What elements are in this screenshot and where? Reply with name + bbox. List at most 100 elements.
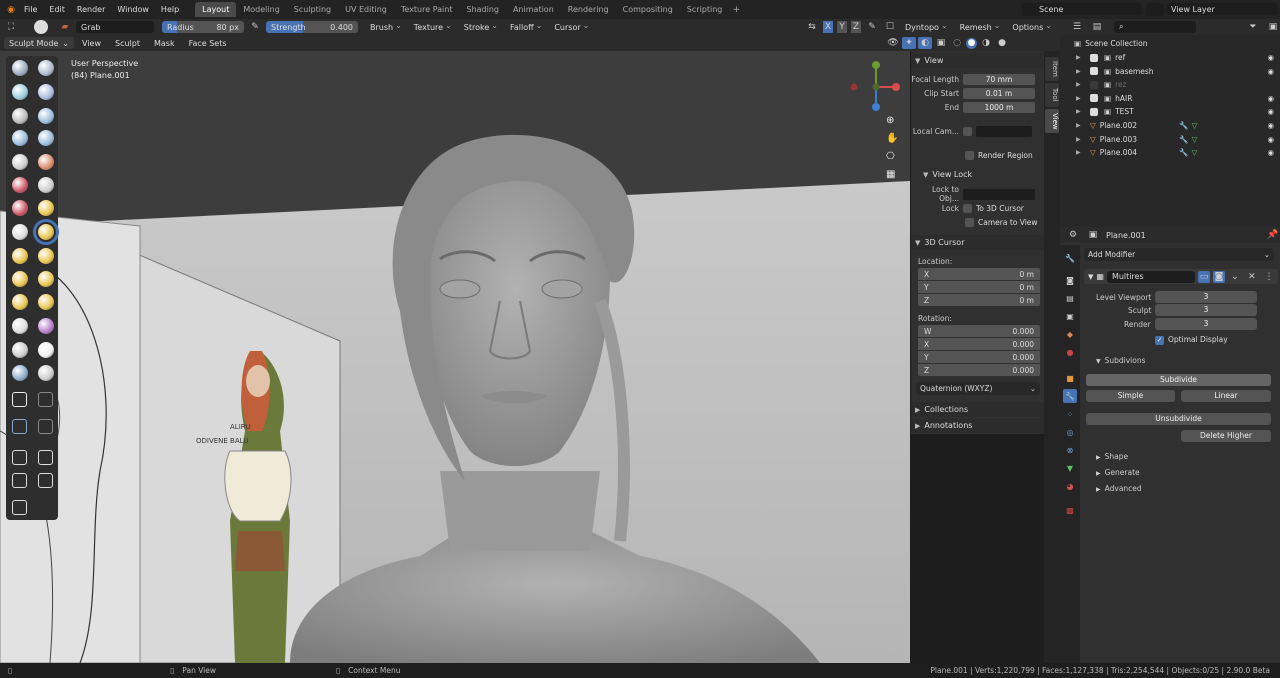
tool-draw-face-sets-icon[interactable] — [12, 365, 28, 381]
remesh-menu[interactable]: Remesh — [956, 23, 1005, 32]
outliner-item[interactable]: ▶ ▽ Plane.002 🔧 ▽ ◉ — [1060, 119, 1280, 132]
visibility-eye-icon[interactable]: ◉ — [1267, 148, 1274, 157]
display-mode-icon[interactable]: ▤ — [1090, 21, 1104, 33]
tool-scrape-icon[interactable] — [12, 200, 28, 216]
outliner-item[interactable]: ▶ ▽ Plane.003 🔧 ▽ ◉ — [1060, 133, 1280, 146]
menu-window[interactable]: Window — [111, 5, 155, 14]
tool-crease-icon[interactable] — [12, 154, 28, 170]
add-workspace-icon[interactable]: + — [729, 4, 743, 16]
tool-mask-by-color-icon[interactable] — [12, 392, 27, 407]
menu-render[interactable]: Render — [71, 5, 111, 14]
strength-field[interactable]: Strength 0.400 — [266, 21, 358, 33]
material-shading-icon[interactable]: ◑ — [979, 37, 993, 49]
shape-header[interactable]: ▶ Shape — [1096, 452, 1128, 461]
menu-view[interactable]: View — [76, 39, 107, 48]
render-region-checkbox[interactable] — [965, 150, 974, 160]
menu-mask[interactable]: Mask — [148, 39, 181, 48]
brush-name-field[interactable]: Grab — [76, 21, 154, 33]
visibility-eye-icon[interactable]: ◉ — [1267, 135, 1274, 144]
scene-selector[interactable]: Scene — [1034, 3, 1142, 15]
lock-cursor-checkbox[interactable] — [963, 203, 972, 213]
outliner-item[interactable]: ▶ ▣ TEST ◉ — [1060, 105, 1280, 118]
tool-thumb-icon[interactable] — [12, 271, 28, 287]
tool-pinch-icon[interactable] — [12, 224, 28, 240]
object-tab-icon[interactable]: ■ — [1063, 371, 1077, 385]
texture-menu[interactable]: Texture — [410, 23, 456, 32]
delete-higher-button[interactable]: Delete Higher — [1181, 430, 1271, 442]
remove-modifier-icon[interactable]: ✕ — [1245, 271, 1259, 283]
collections-header[interactable]: ▶ Collections — [911, 402, 1045, 417]
view-layer-tab-icon[interactable]: ▣ — [1063, 309, 1077, 323]
rotation-y-field[interactable]: Y 0.000 — [918, 351, 1040, 363]
tool-simplify-icon[interactable] — [12, 342, 28, 358]
output-tab-icon[interactable]: ▤ — [1063, 291, 1077, 305]
filter-icon[interactable]: ⏷ — [1246, 21, 1260, 33]
visibility-eye-icon[interactable]: ◉ — [1267, 67, 1274, 76]
expand-icon[interactable]: ▶ — [1076, 81, 1084, 88]
focal-length-field[interactable]: 70 mm — [963, 73, 1035, 85]
axis-x-toggle[interactable]: X — [822, 21, 833, 33]
wireframe-shading-icon[interactable]: ◌ — [950, 37, 964, 49]
menu-face-sets[interactable]: Face Sets — [183, 39, 233, 48]
simple-button[interactable]: Simple — [1086, 390, 1175, 402]
collapse-modifier-icon[interactable]: ▼ — [1088, 273, 1093, 281]
mode-selector[interactable]: Sculpt Mode ⌄ — [4, 37, 74, 49]
outliner-type-icon[interactable]: ☰ — [1070, 21, 1084, 33]
tab-uv-editing[interactable]: UV Editing — [338, 2, 394, 17]
tool-rotate-icon[interactable] — [38, 294, 54, 310]
tool-clay-thumb-icon[interactable] — [12, 108, 28, 124]
tab-modeling[interactable]: Modeling — [236, 2, 286, 17]
axis-z-toggle[interactable]: Z — [850, 21, 861, 33]
camera-to-view-checkbox[interactable] — [965, 217, 974, 227]
advanced-header[interactable]: ▶ Advanced — [1096, 484, 1142, 493]
tab-layout[interactable]: Layout — [195, 2, 237, 17]
physics-tab-icon[interactable]: ◎ — [1063, 425, 1077, 439]
rendered-shading-icon[interactable]: ● — [995, 37, 1009, 49]
tool-tab-icon[interactable]: 🔧 — [1063, 251, 1077, 265]
tab-tool[interactable]: Tool — [1045, 83, 1059, 107]
menu-help[interactable]: Help — [155, 5, 185, 14]
linear-button[interactable]: Linear — [1181, 390, 1271, 402]
material-tab-icon[interactable]: ◕ — [1063, 479, 1077, 493]
particles-tab-icon[interactable]: ⁘ — [1063, 407, 1077, 421]
tool-flatten-icon[interactable] — [12, 177, 28, 193]
constraints-tab-icon[interactable]: ⊗ — [1063, 443, 1077, 457]
brush-menu[interactable]: Brush — [366, 23, 406, 32]
annotations-header[interactable]: ▶ Annotations — [911, 418, 1045, 433]
view-panel-header[interactable]: ▼ View — [911, 53, 1044, 68]
expand-icon[interactable]: ▶ — [1076, 54, 1084, 61]
tool-mesh-filter-icon[interactable] — [12, 419, 27, 434]
tool-smooth-icon[interactable] — [38, 154, 54, 170]
menu-file[interactable]: File — [18, 5, 43, 14]
camera-icon[interactable]: ⎔ — [886, 151, 902, 162]
outliner-item[interactable]: ▶ ▽ Plane.004 🔧 ▽ ◉ — [1060, 146, 1280, 159]
expand-icon[interactable]: ▶ — [1076, 68, 1084, 75]
symmetry-icon[interactable]: ⇆ — [805, 21, 819, 33]
editor-type-icon[interactable]: ⛶ — [4, 21, 18, 33]
tool-box-hide-icon[interactable] — [38, 392, 53, 407]
expand-icon[interactable]: ▶ — [1076, 95, 1084, 102]
radius-field[interactable]: Radius 80 px — [162, 21, 244, 33]
menu-edit[interactable]: Edit — [43, 5, 71, 14]
pressure-icon[interactable]: ✎ — [248, 21, 262, 33]
expand-icon[interactable]: ▶ — [1076, 136, 1084, 143]
optimal-display-checkbox[interactable]: ✓ — [1155, 335, 1164, 345]
menu-sculpt[interactable]: Sculpt — [109, 39, 146, 48]
cursor-menu[interactable]: Cursor — [550, 23, 593, 32]
3d-viewport[interactable]: ALIRU ODIVENE BALU User Perspective (84)… — [0, 51, 910, 663]
rotation-mode-dropdown[interactable]: Quaternion (WXYZ) ⌄ — [916, 382, 1040, 395]
rotation-w-field[interactable]: W 0.000 — [918, 325, 1040, 337]
tool-clay-strips-icon[interactable] — [38, 84, 54, 100]
cursor-z-field[interactable]: Z0 m — [918, 294, 1040, 306]
new-collection-icon[interactable]: ▣ — [1266, 21, 1280, 33]
include-checkbox[interactable] — [1090, 53, 1098, 62]
lock-object-field[interactable] — [963, 188, 1035, 200]
expand-icon[interactable]: ▶ — [1076, 122, 1084, 129]
xray-icon[interactable]: ▣ — [934, 37, 948, 49]
blender-logo-icon[interactable]: ◉ — [4, 4, 18, 16]
brush-color-icon[interactable]: ▰ — [58, 21, 72, 33]
visibility-eye-icon[interactable]: ◉ — [1267, 121, 1274, 130]
subdivide-button[interactable]: Subdivide — [1086, 374, 1271, 386]
expand-icon[interactable]: ▶ — [1076, 108, 1084, 115]
include-checkbox[interactable] — [1090, 80, 1098, 89]
